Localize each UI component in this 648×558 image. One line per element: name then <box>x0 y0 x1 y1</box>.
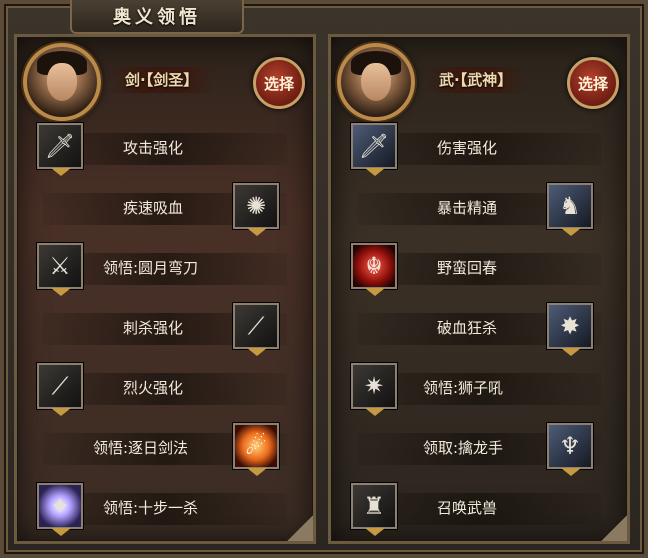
skill-label: 破血狂杀 <box>437 319 498 337</box>
burst-icon: ✷ <box>351 363 397 416</box>
sword-class-header: 剑·【剑圣】 选择 <box>17 37 313 121</box>
skill-label: 领悟:十步一杀 <box>103 499 199 517</box>
red-dragon-icon: ☬ <box>351 243 397 296</box>
title-tab: 奥义领悟 <box>70 0 244 34</box>
martial-class-panel: 武·【武神】 选择 🗡 伤害强化 暴击精通 ♞ ☬ 野蛮回春 破血狂杀 ✸ ✷ … <box>328 34 630 544</box>
skill-row[interactable]: ⚔ 领悟:圆月弯刀 <box>23 243 307 296</box>
skill-row[interactable]: ⟋ 烈火强化 <box>23 363 307 416</box>
skill-label: 领悟:圆月弯刀 <box>103 259 199 277</box>
flame-blade-icon: ⟋ <box>37 363 83 416</box>
martial-class-header: 武·【武神】 选择 <box>331 37 627 121</box>
sword-class-panel: 剑·【剑圣】 选择 🗡 攻击强化 疾速吸血 ✺ ⚔ 领悟:圆月弯刀 刺杀强化 ⟋… <box>14 34 316 544</box>
page-curl-corner <box>287 515 313 541</box>
skill-row[interactable]: ✷ 领悟:狮子吼 <box>337 363 621 416</box>
select-martial-class-button[interactable]: 选择 <box>567 57 619 109</box>
skill-row[interactable]: 🗡 伤害强化 <box>337 123 621 176</box>
warrior-avatar <box>337 43 415 121</box>
swirl-blades-icon: ✺ <box>233 183 279 236</box>
skill-label: 疾速吸血 <box>123 199 184 217</box>
sword-icon: 🗡 <box>351 123 397 176</box>
skill-row[interactable]: ♜ 召唤武兽 <box>337 483 621 536</box>
skill-row[interactable]: ✦ 领悟:十步一杀 <box>23 483 307 536</box>
skill-label: 领悟:逐日剑法 <box>93 439 189 457</box>
skill-label: 领悟:狮子吼 <box>423 379 504 397</box>
skill-label: 烈火强化 <box>123 379 184 397</box>
skill-row[interactable]: 疾速吸血 ✺ <box>23 183 307 236</box>
skill-row[interactable]: 领悟:逐日剑法 ☄ <box>23 423 307 476</box>
skill-label: 刺杀强化 <box>123 319 184 337</box>
thrust-blade-icon: ⟋ <box>233 303 279 356</box>
skill-row[interactable]: 暴击精通 ♞ <box>337 183 621 236</box>
martial-class-label: 武·【武神】 <box>423 67 529 93</box>
dragon-claw-icon: ♆ <box>547 423 593 476</box>
skill-label: 暴击精通 <box>437 199 498 217</box>
skill-label: 攻击强化 <box>123 139 184 157</box>
shatter-icon: ✸ <box>547 303 593 356</box>
skill-label: 领取:擒龙手 <box>423 439 504 457</box>
swordsman-avatar <box>23 43 101 121</box>
skill-label: 野蛮回春 <box>437 259 498 277</box>
sword-icon: 🗡 <box>37 123 83 176</box>
skill-label: 召唤武兽 <box>437 499 498 517</box>
muscle-figure-icon: ♞ <box>547 183 593 236</box>
dialog-title: 奥义领悟 <box>113 7 201 28</box>
sword-class-label: 剑·【剑圣】 <box>109 67 215 93</box>
select-sword-class-button[interactable]: 选择 <box>253 57 305 109</box>
page-curl-corner <box>601 515 627 541</box>
beast-warrior-icon: ♜ <box>351 483 397 536</box>
crescent-blade-icon: ⚔ <box>37 243 83 296</box>
skill-row[interactable]: 刺杀强化 ⟋ <box>23 303 307 356</box>
skill-row[interactable]: 🗡 攻击强化 <box>23 123 307 176</box>
skill-label: 伤害强化 <box>437 139 498 157</box>
skill-row[interactable]: 破血狂杀 ✸ <box>337 303 621 356</box>
skill-row[interactable]: ☬ 野蛮回春 <box>337 243 621 296</box>
skill-row[interactable]: 领取:擒龙手 ♆ <box>337 423 621 476</box>
spirit-orb-icon: ✦ <box>37 483 83 536</box>
fire-slash-icon: ☄ <box>233 423 279 476</box>
